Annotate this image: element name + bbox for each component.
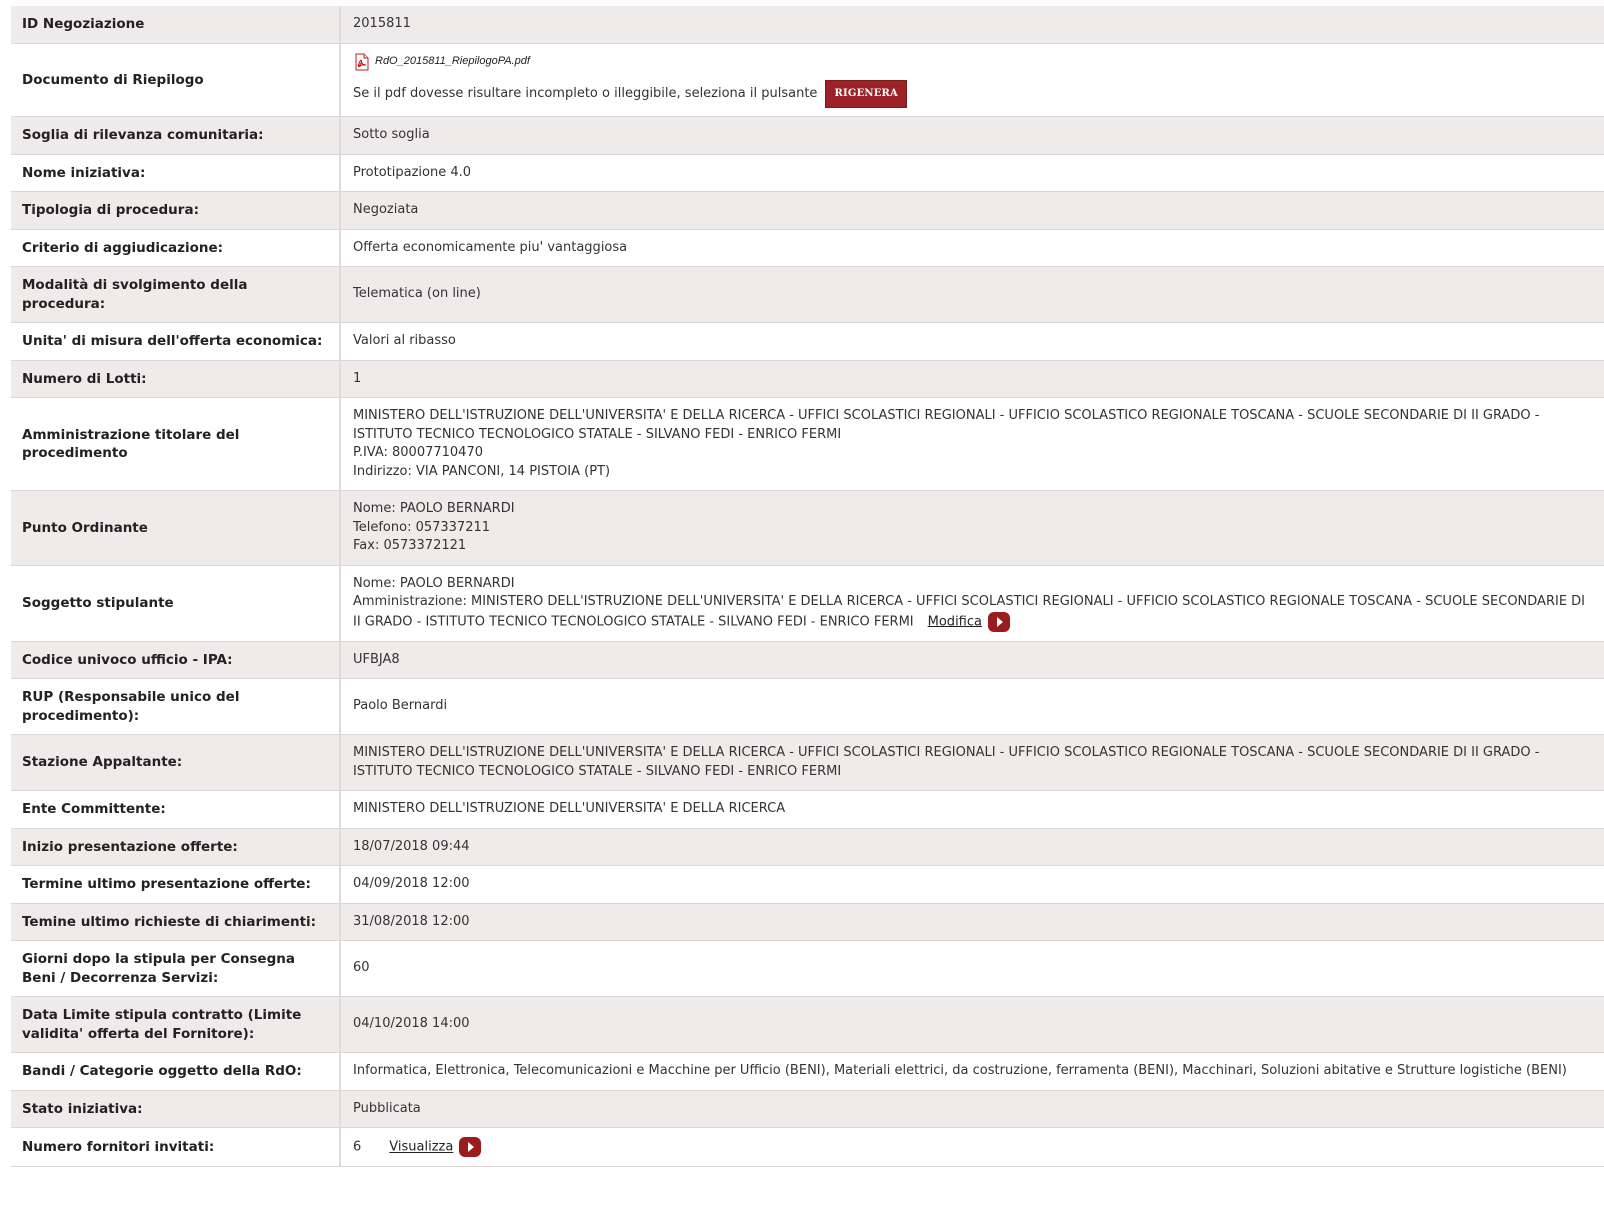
value-termine-presentazione: 04/09/2018 12:00 [340,865,1604,904]
row-unita-misura: Unita' di misura dell'offerta economica:… [11,322,1604,361]
label-documento-riepilogo: Documento di Riepilogo [11,43,341,117]
label-ente-committente: Ente Committente: [11,790,341,829]
visualizza-arrow-icon[interactable] [459,1137,482,1157]
modifica-link[interactable]: Modifica [928,614,982,629]
row-termine-presentazione: Termine ultimo presentazione offerte: 04… [11,865,1604,904]
label-stato-iniziativa: Stato iniziativa: [11,1090,341,1128]
row-punto-ordinante: Punto Ordinante Nome: PAOLO BERNARDI Tel… [11,490,1604,566]
label-giorni-consegna: Giorni dopo la stipula per Consegna Beni… [11,940,341,997]
row-bandi-categorie: Bandi / Categorie oggetto della RdO: Inf… [11,1052,1604,1091]
label-stazione-appaltante: Stazione Appaltante: [11,734,341,791]
row-documento-riepilogo: Documento di Riepilogo RdO_2015811_Riepi… [11,43,1604,117]
row-rup: RUP (Responsabile unico del procedimento… [11,678,1604,735]
value-inizio-presentazione: 18/07/2018 09:44 [340,828,1604,866]
value-data-limite: 04/10/2018 14:00 [340,996,1604,1053]
label-termine-chiarimenti: Temine ultimo richieste di chiarimenti: [11,903,341,941]
row-giorni-consegna: Giorni dopo la stipula per Consegna Beni… [11,940,1604,997]
row-ente-committente: Ente Committente: MINISTERO DELL'ISTRUZI… [11,790,1604,829]
row-termine-chiarimenti: Temine ultimo richieste di chiarimenti: … [11,903,1604,941]
pdf-icon[interactable] [353,53,371,71]
value-termine-chiarimenti: 31/08/2018 12:00 [340,903,1604,941]
value-ente-committente: MINISTERO DELL'ISTRUZIONE DELL'UNIVERSIT… [340,790,1604,829]
label-nome-iniziativa: Nome iniziativa: [11,154,341,192]
row-numero-lotti: Numero di Lotti: 1 [11,360,1604,398]
value-amministrazione: MINISTERO DELL'ISTRUZIONE DELL'UNIVERSIT… [340,397,1604,491]
label-rup: RUP (Responsabile unico del procedimento… [11,678,341,735]
row-id-negoziazione: ID Negoziazione 2015811 [11,6,1604,44]
value-nome-iniziativa: Prototipazione 4.0 [340,154,1604,192]
row-nome-iniziativa: Nome iniziativa: Prototipazione 4.0 [11,154,1604,192]
row-inizio-presentazione: Inizio presentazione offerte: 18/07/2018… [11,828,1604,866]
row-amministrazione: Amministrazione titolare del procediment… [11,397,1604,491]
row-criterio: Criterio di aggiudicazione: Offerta econ… [11,229,1604,267]
value-tipologia: Negoziata [340,191,1604,230]
rdo-detail-panel: ID Negoziazione 2015811 Documento di Rie… [11,6,1604,1167]
pdf-file-link-row[interactable]: RdO_2015811_RiepilogoPA.pdf [353,52,1593,72]
punto-ordinante-fax: Fax: 0573372121 [353,538,467,553]
value-modalita: Telematica (on line) [340,266,1604,323]
rigenera-button[interactable]: RIGENERA [825,79,908,108]
rdo-detail-table: ID Negoziazione 2015811 Documento di Rie… [11,6,1604,1167]
value-rup: Paolo Bernardi [340,678,1604,735]
numero-fornitori-value: 6 [353,1139,362,1155]
amministrazione-indirizzo: Indirizzo: VIA PANCONI, 14 PISTOIA (PT) [353,463,611,479]
label-bandi-categorie: Bandi / Categorie oggetto della RdO: [11,1052,341,1091]
label-amministrazione: Amministrazione titolare del procediment… [11,397,341,491]
label-data-limite: Data Limite stipula contratto (Limite va… [11,996,341,1053]
label-tipologia: Tipologia di procedura: [11,191,341,230]
label-punto-ordinante: Punto Ordinante [11,490,341,566]
label-codice-ipa: Codice univoco ufficio - IPA: [11,641,341,679]
row-soglia: Soglia di rilevanza comunitaria: Sotto s… [11,116,1604,155]
label-inizio-presentazione: Inizio presentazione offerte: [11,828,341,866]
value-punto-ordinante: Nome: PAOLO BERNARDI Telefono: 057337211… [340,490,1604,566]
soggetto-stipulante-nome: Nome: PAOLO BERNARDI [353,575,515,591]
amministrazione-name: MINISTERO DELL'ISTRUZIONE DELL'UNIVERSIT… [353,408,1540,442]
row-modalita: Modalità di svolgimento della procedura:… [11,266,1604,323]
visualizza-link[interactable]: Visualizza [389,1140,453,1155]
value-stato-iniziativa: Pubblicata [340,1090,1604,1128]
label-soggetto-stipulante: Soggetto stipulante [11,565,341,642]
row-soggetto-stipulante: Soggetto stipulante Nome: PAOLO BERNARDI… [11,565,1604,642]
modifica-arrow-icon[interactable] [987,611,1010,632]
regenerate-note: Se il pdf dovesse risultare incompleto o… [353,85,818,101]
value-soggetto-stipulante: Nome: PAOLO BERNARDI Amministrazione: MI… [340,565,1604,642]
row-data-limite: Data Limite stipula contratto (Limite va… [11,996,1604,1053]
row-numero-fornitori: Numero fornitori invitati: 6 Visualizza [11,1127,1604,1167]
punto-ordinante-telefono: Telefono: 057337211 [353,519,491,535]
value-numero-fornitori: 6 Visualizza [340,1127,1604,1167]
label-soglia: Soglia di rilevanza comunitaria: [11,116,341,155]
regenerate-note-row: Se il pdf dovesse risultare incompleto o… [353,79,1593,108]
value-bandi-categorie: Informatica, Elettronica, Telecomunicazi… [340,1052,1604,1091]
value-unita-misura: Valori al ribasso [340,322,1604,361]
label-termine-presentazione: Termine ultimo presentazione offerte: [11,865,341,904]
label-numero-lotti: Numero di Lotti: [11,360,341,398]
row-stato-iniziativa: Stato iniziativa: Pubblicata [11,1090,1604,1128]
value-documento-riepilogo: RdO_2015811_RiepilogoPA.pdf Se il pdf do… [340,43,1604,117]
row-tipologia: Tipologia di procedura: Negoziata [11,191,1604,230]
label-modalita: Modalità di svolgimento della procedura: [11,266,341,323]
label-numero-fornitori: Numero fornitori invitati: [11,1127,341,1167]
value-giorni-consegna: 60 [340,940,1604,997]
soggetto-stipulante-amministrazione-block: Amministrazione: MINISTERO DELL'ISTRUZIO… [353,593,1593,632]
amministrazione-piva: P.IVA: 80007710470 [353,445,483,460]
value-criterio: Offerta economicamente piu' vantaggiosa [340,229,1604,267]
row-stazione-appaltante: Stazione Appaltante: MINISTERO DELL'ISTR… [11,734,1604,791]
label-id-negoziazione: ID Negoziazione [11,6,341,44]
punto-ordinante-nome: Nome: PAOLO BERNARDI [353,501,515,516]
value-numero-lotti: 1 [340,360,1604,398]
label-criterio: Criterio di aggiudicazione: [11,229,341,267]
value-stazione-appaltante: MINISTERO DELL'ISTRUZIONE DELL'UNIVERSIT… [340,734,1604,791]
row-codice-ipa: Codice univoco ufficio - IPA: UFBJA8 [11,641,1604,679]
value-codice-ipa: UFBJA8 [340,641,1604,679]
label-unita-misura: Unita' di misura dell'offerta economica: [11,322,341,361]
value-soglia: Sotto soglia [340,116,1604,155]
value-id-negoziazione: 2015811 [340,6,1604,44]
pdf-file-link[interactable]: RdO_2015811_RiepilogoPA.pdf [375,52,530,71]
